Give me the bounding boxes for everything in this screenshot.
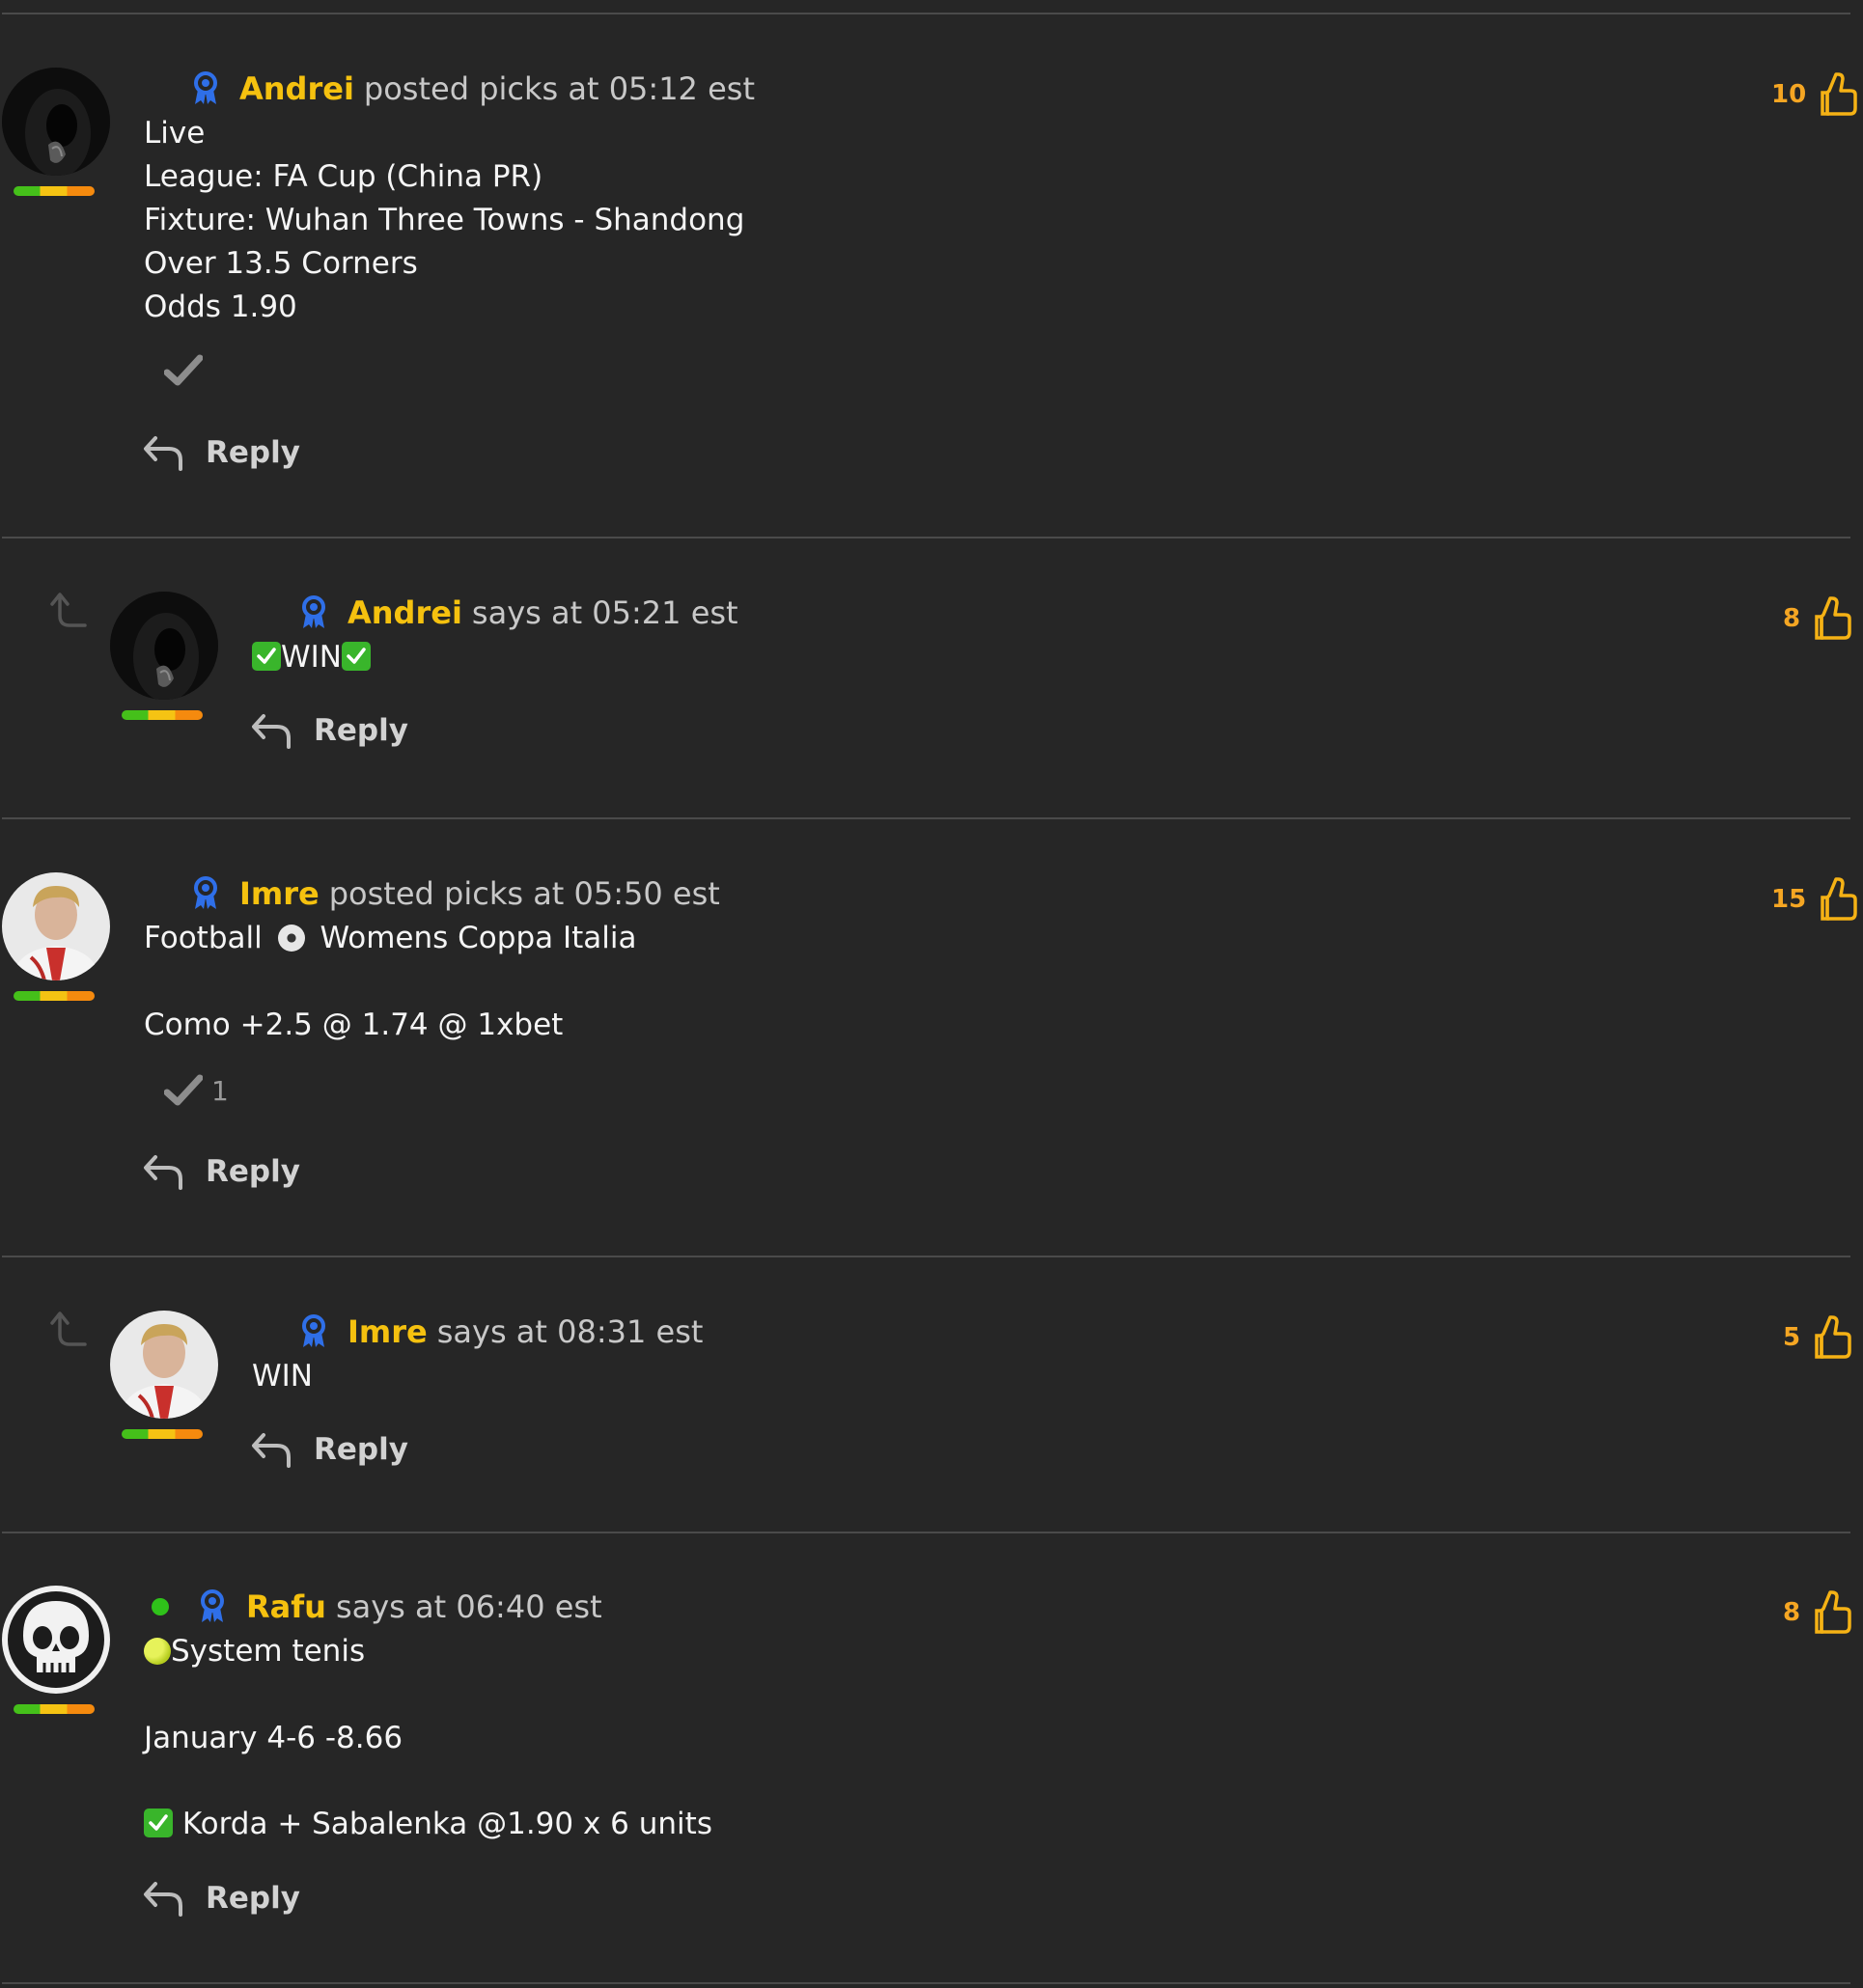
award-ribbon-icon <box>302 1314 325 1347</box>
vote-count: 10 <box>1771 80 1807 109</box>
rank-bar <box>14 991 95 1001</box>
like-button[interactable]: 8 <box>1783 595 1852 642</box>
comment-header: Andrei posted picks at 05:12 est <box>189 68 755 110</box>
reply-label: Reply <box>314 1432 408 1467</box>
vote-count: 8 <box>1783 604 1801 633</box>
checkmark-icon[interactable] <box>164 353 203 388</box>
online-status-dot <box>152 1598 169 1615</box>
avatar[interactable] <box>110 592 218 700</box>
rank-bar <box>122 710 203 720</box>
reply-label: Reply <box>314 713 408 748</box>
reply-arrow-icon <box>252 714 291 749</box>
comment-text: Korda + Sabalenka @1.90 x 6 units <box>181 1807 712 1841</box>
award-ribbon-icon <box>302 595 325 628</box>
comment-header: Rafu says at 06:40 est <box>152 1586 602 1628</box>
comment-text: League: FA Cup (China PR) <box>144 159 543 194</box>
reply-arrow-icon <box>144 436 182 471</box>
thumbs-up-icon <box>1815 1590 1851 1634</box>
author-name[interactable]: Imre <box>348 1313 428 1350</box>
award-ribbon-icon <box>194 71 217 104</box>
reply-label: Reply <box>206 1154 300 1189</box>
thumbs-up-icon <box>1821 72 1857 116</box>
comment-text: WIN <box>281 640 342 675</box>
comment-text: Fixture: Wuhan Three Towns - Shandong <box>144 203 745 237</box>
soccer-ball-icon <box>277 925 305 952</box>
comment-meta: posted picks at 05:12 est <box>363 70 755 107</box>
comment-header: Imre posted picks at 05:50 est <box>189 872 720 915</box>
like-button[interactable]: 8 <box>1783 1589 1852 1636</box>
check-emoji-icon <box>341 642 371 671</box>
rank-bar <box>14 186 95 196</box>
like-button[interactable]: 15 <box>1771 876 1858 923</box>
comment-text: Football <box>144 921 263 955</box>
comment-meta: says at 06:40 est <box>335 1588 602 1625</box>
divider <box>2 13 1850 14</box>
comment-meta: says at 08:31 est <box>436 1313 704 1350</box>
reply-label: Reply <box>206 435 300 470</box>
award-ribbon-icon <box>201 1589 224 1622</box>
vote-count: 8 <box>1783 1598 1801 1627</box>
reply-arrow-icon <box>252 1433 291 1468</box>
comment-text: Como +2.5 @ 1.74 @ 1xbet <box>144 1008 564 1042</box>
thumbs-up-icon <box>1821 877 1857 921</box>
comment-header: Andrei says at 05:21 est <box>297 592 738 634</box>
comment-text-row: System tenis <box>144 1634 365 1669</box>
reply-arrow-icon <box>144 1155 182 1190</box>
vote-count: 5 <box>1783 1323 1801 1352</box>
check-emoji-icon <box>144 1809 173 1837</box>
comment-text-row: Football Womens Coppa Italia <box>144 921 637 955</box>
reply-button[interactable]: Reply <box>250 710 408 751</box>
comment-text: Over 13.5 Corners <box>144 246 418 281</box>
reply-button[interactable]: Reply <box>250 1429 408 1470</box>
comment-text: Live <box>144 116 206 151</box>
rank-bar <box>14 1704 95 1714</box>
comment-text-row: Korda + Sabalenka @1.90 x 6 units <box>144 1807 712 1841</box>
avatar[interactable] <box>110 1311 218 1419</box>
divider <box>2 817 1850 819</box>
thumbs-up-icon <box>1815 596 1851 640</box>
thumbs-up-icon <box>1815 1315 1851 1359</box>
comment-text: January 4-6 -8.66 <box>144 1721 403 1755</box>
comment-text-row: WIN <box>252 640 371 675</box>
avatar[interactable] <box>2 872 110 980</box>
reply-button[interactable]: Reply <box>142 1151 300 1192</box>
divider <box>2 537 1850 538</box>
author-name[interactable]: Imre <box>239 875 320 912</box>
check-count: 1 <box>211 1075 229 1107</box>
like-button[interactable]: 5 <box>1783 1314 1852 1361</box>
corner-up-arrow-icon <box>50 593 87 627</box>
vote-count: 15 <box>1771 885 1807 914</box>
check-emoji-icon <box>252 642 281 671</box>
reply-arrow-icon <box>144 1882 182 1917</box>
author-name[interactable]: Andrei <box>239 70 354 107</box>
rank-bar <box>122 1429 203 1439</box>
comment-meta: says at 05:21 est <box>471 594 738 631</box>
avatar[interactable] <box>2 68 110 176</box>
reply-label: Reply <box>206 1881 300 1916</box>
avatar[interactable] <box>2 1586 110 1694</box>
comment-meta: posted picks at 05:50 est <box>328 875 720 912</box>
comment-text: WIN <box>252 1359 313 1394</box>
divider <box>2 1532 1850 1533</box>
comment-text: Womens Coppa Italia <box>320 921 637 955</box>
comment-text: Odds 1.90 <box>144 290 297 324</box>
reply-button[interactable]: Reply <box>142 1878 300 1919</box>
corner-up-arrow-icon <box>50 1312 87 1346</box>
author-name[interactable]: Rafu <box>246 1588 326 1625</box>
comment-header: Imre says at 08:31 est <box>297 1311 703 1353</box>
award-ribbon-icon <box>194 876 217 909</box>
divider <box>2 1256 1850 1257</box>
reply-button[interactable]: Reply <box>142 432 300 473</box>
like-button[interactable]: 10 <box>1771 71 1858 118</box>
tennis-ball-icon <box>144 1638 171 1665</box>
comment-text: System tenis <box>171 1634 366 1669</box>
author-name[interactable]: Andrei <box>348 594 462 631</box>
divider <box>2 1982 1850 1984</box>
checkmark-icon[interactable] <box>164 1073 203 1108</box>
